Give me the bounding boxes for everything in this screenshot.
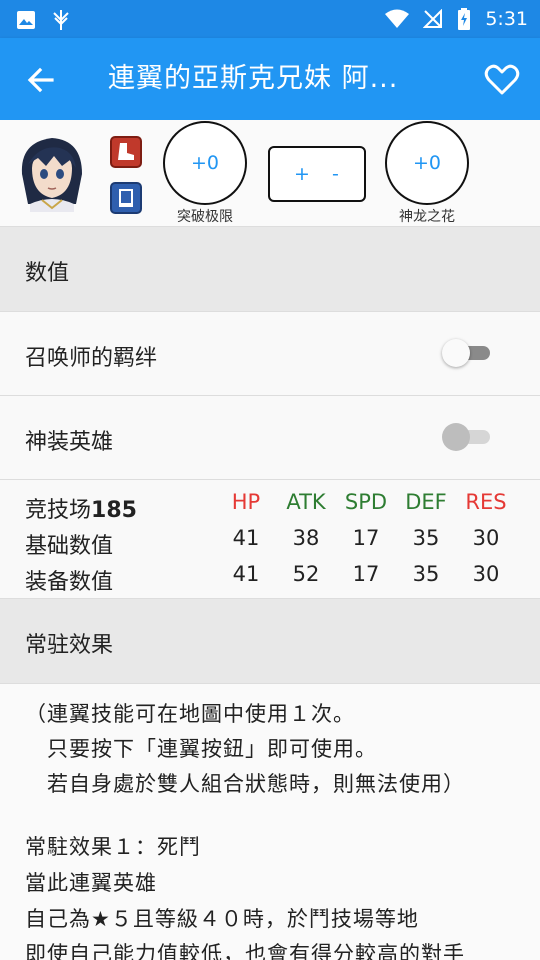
- image-icon: [17, 11, 35, 29]
- tome-icon: [119, 189, 133, 207]
- passive-section-title: 常驻效果: [25, 633, 114, 658]
- hero-portrait: [16, 134, 88, 212]
- heart-outline-icon: [484, 64, 520, 95]
- equip-def: 35: [412, 562, 440, 586]
- stat-header-res: RES: [465, 490, 507, 514]
- weapon-type-badge: [110, 182, 142, 214]
- base-stats-label: 基础数值: [25, 534, 114, 559]
- description-line: （連翼技能可在地圖中使用１次。: [25, 702, 355, 726]
- battery-charging-icon: [458, 8, 471, 30]
- description-line: 只要按下「連翼按鈕」即可使用。: [25, 737, 377, 761]
- fire-emblem-icon: [53, 10, 69, 30]
- passive-section-header: 常驻效果: [0, 599, 540, 684]
- dragonflower-label: 神龙之花: [399, 209, 455, 225]
- base-spd: 17: [352, 526, 380, 550]
- description-line: 自己為★５且等級４０時，於鬥技場等地: [25, 907, 419, 931]
- base-def: 35: [412, 526, 440, 550]
- no-signal-icon: [423, 9, 443, 28]
- summoner-support-row[interactable]: 召唤师的羁绊: [0, 312, 540, 396]
- description-line: 當此連翼英雄: [25, 871, 157, 895]
- resplendent-switch[interactable]: [442, 423, 496, 451]
- plus-button[interactable]: +: [294, 148, 310, 200]
- plus-minus-stepper: + -: [268, 146, 366, 202]
- stat-header-hp: HP: [231, 490, 261, 514]
- dragonflower-button[interactable]: +0: [385, 121, 469, 205]
- back-button[interactable]: [22, 60, 62, 100]
- equip-hp: 41: [232, 562, 260, 586]
- resplendent-row[interactable]: 神装英雄: [0, 396, 540, 480]
- equip-stats-label: 装备数值: [25, 570, 114, 595]
- stat-header-atk: ATK: [286, 490, 326, 514]
- description-line: 若自身處於雙人組合狀態時，則無法使用）: [25, 772, 465, 796]
- merges-label: 突破极限: [177, 209, 233, 225]
- stat-header-spd: SPD: [344, 490, 388, 514]
- equip-spd: 17: [352, 562, 380, 586]
- status-time: 5:31: [485, 8, 528, 30]
- equip-res: 30: [472, 562, 500, 586]
- base-atk: 38: [292, 526, 320, 550]
- stats-section-header: 数值: [0, 227, 540, 312]
- boot-icon: [118, 143, 134, 160]
- stat-header-def: DEF: [405, 490, 447, 514]
- move-type-badge: [110, 136, 142, 168]
- summoner-support-switch[interactable]: [442, 339, 496, 367]
- base-hp: 41: [232, 526, 260, 550]
- base-res: 30: [472, 526, 500, 550]
- arena-score: 竞技场185: [25, 498, 137, 523]
- minus-button[interactable]: -: [332, 148, 339, 200]
- stats-table: 竞技场185 基础数值 装备数值 HP ATK SPD DEF RES 41 3…: [0, 480, 540, 599]
- passive-description: （連翼技能可在地圖中使用１次。 只要按下「連翼按鈕」即可使用。 若自身處於雙人組…: [0, 684, 540, 960]
- equip-atk: 52: [292, 562, 320, 586]
- arrow-back-icon: [27, 67, 54, 93]
- stats-section-title: 数值: [25, 261, 70, 286]
- wifi-icon: [385, 9, 410, 28]
- summoner-support-label: 召唤师的羁绊: [25, 346, 158, 371]
- resplendent-label: 神装英雄: [25, 430, 114, 455]
- status-bar: 5:31: [0, 0, 540, 38]
- description-line: 即使自己能力值較低，也會有得分較高的對手: [25, 942, 465, 960]
- merges-button[interactable]: +0: [163, 121, 247, 205]
- description-line: 常駐效果１：死鬥: [25, 835, 201, 859]
- favorite-button[interactable]: [482, 60, 522, 100]
- app-bar: 連翼的亞斯克兄妹 阿...: [0, 38, 540, 120]
- page-title: 連翼的亞斯克兄妹 阿...: [108, 63, 399, 94]
- hero-header: +0 突破极限 + - +0 神龙之花: [0, 120, 540, 227]
